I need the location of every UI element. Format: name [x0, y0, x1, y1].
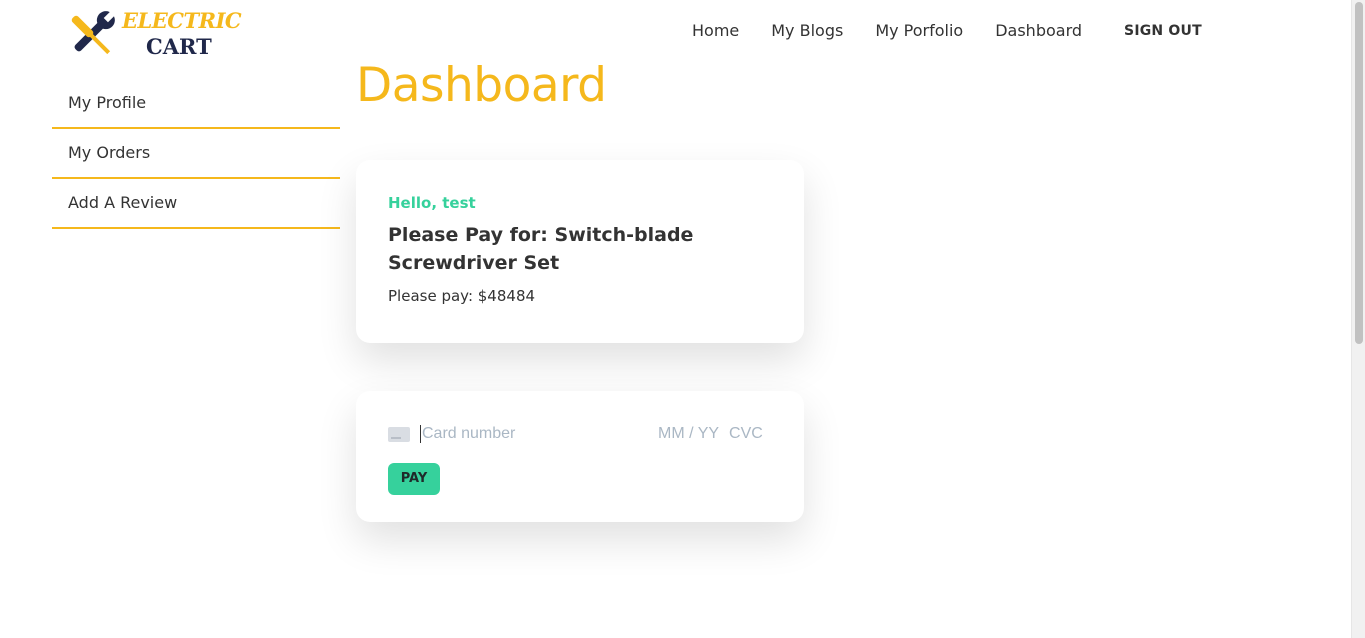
cvc-input[interactable]: CVC	[729, 425, 763, 443]
pay-for-heading: Please Pay for: Switch-blade Screwdriver…	[388, 224, 694, 274]
sidebar-item-my-orders[interactable]: My Orders	[52, 129, 340, 179]
brand-logo[interactable]: ELECTRIC CART	[60, 6, 242, 64]
credit-card-icon	[388, 426, 410, 442]
sidebar-item-add-review[interactable]: Add A Review	[52, 179, 340, 229]
greeting: Hello, test	[388, 194, 476, 212]
crossed-tools-icon	[71, 10, 116, 55]
page-title: Dashboard	[356, 58, 607, 113]
nav-dashboard[interactable]: Dashboard	[979, 20, 1098, 42]
scrollbar-thumb[interactable]	[1355, 2, 1363, 344]
brand-line-2: CART	[146, 34, 212, 59]
nav-my-portfolio[interactable]: My Porfolio	[859, 20, 979, 42]
nav-home[interactable]: Home	[676, 20, 755, 42]
main-nav: Home My Blogs My Porfolio Dashboard SIGN…	[676, 20, 1214, 42]
card-number-input[interactable]	[420, 425, 650, 443]
brand-line-1: ELECTRIC	[122, 8, 242, 33]
nav-my-blogs[interactable]: My Blogs	[755, 20, 859, 42]
page-scrollbar[interactable]	[1351, 0, 1365, 638]
expiry-input[interactable]: MM / YY	[658, 425, 719, 443]
header: ELECTRIC CART Home My Blogs My Porfolio …	[0, 0, 1351, 62]
order-summary-card: Hello, test Please Pay for: Switch-blade…	[356, 160, 804, 343]
sign-out-button[interactable]: SIGN OUT	[1112, 20, 1214, 42]
sidebar: My Profile My Orders Add A Review	[52, 79, 340, 229]
sidebar-item-my-profile[interactable]: My Profile	[52, 79, 340, 129]
payment-card: MM / YY CVC PAY	[356, 391, 804, 522]
card-element: MM / YY CVC	[388, 423, 772, 445]
pay-amount: Please pay: $48484	[388, 287, 536, 305]
pay-button[interactable]: PAY	[388, 463, 440, 495]
